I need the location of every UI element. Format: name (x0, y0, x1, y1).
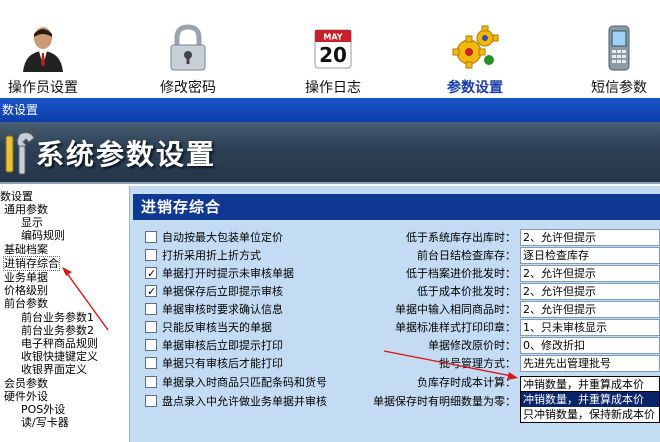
window-title-bar: 数设置 (0, 98, 660, 122)
select-daily-stock-check[interactable]: 逐日检查库存 (520, 247, 660, 264)
tree-item-cashier-ui[interactable]: 收银界面定义 (21, 363, 87, 376)
toolbar-change-password[interactable]: 修改密码 (145, 0, 231, 98)
select-below-cost[interactable]: 2、允许但提示 (520, 283, 660, 300)
field-label: 单据保存时有明细数量为零： (373, 395, 516, 408)
panel-title: 进销存综合 (133, 194, 660, 220)
tree-item-display[interactable]: 显示 (21, 216, 43, 229)
tree-item-frontend-2[interactable]: 前台业务参数2 (21, 324, 94, 337)
tree-item-frontend[interactable]: 前台参数 (4, 297, 48, 310)
checkbox-box[interactable] (145, 376, 157, 388)
settings-tree: 数设置 通用参数 显示 编码规则 基础档案 进销存综合 业务单据 价格级别 前台… (0, 186, 130, 442)
tree-item-base-archive[interactable]: 基础档案 (4, 243, 48, 256)
tree-item-price-levels[interactable]: 价格级别 (4, 284, 48, 297)
checkbox-discount-stack[interactable]: 打折采用折上折方式 (145, 247, 261, 264)
select-duplicate-product[interactable]: 2、允许但提示 (520, 301, 660, 318)
toolbar-sms-settings[interactable]: 短信参数 (578, 0, 660, 98)
field-label: 单据标准样式打印印章： (395, 321, 516, 334)
toolbar-label: 操作员设置 (8, 80, 78, 96)
calendar-month: MAY (323, 33, 342, 42)
checkbox-label: 打折采用折上折方式 (162, 249, 261, 262)
tree-item-frontend-1[interactable]: 前台业务参数1 (21, 311, 94, 324)
tree-item-hardware[interactable]: 硬件外设 (4, 390, 48, 403)
tree-item-root[interactable]: 数设置 (0, 190, 33, 203)
tree-item-inventory[interactable]: 进销存综合 (3, 256, 60, 271)
toolbar-label: 参数设置 (447, 80, 503, 96)
calendar-day: 20 (319, 43, 347, 67)
tree-item-general[interactable]: 通用参数 (4, 203, 48, 216)
toolbar-parameter-settings[interactable]: 参数设置 (432, 0, 518, 98)
dropdown-current-value[interactable]: 冲销数量，并重算成本价 (521, 377, 659, 392)
field-label: 低于系统库存出库时： (406, 231, 516, 244)
checkbox-box[interactable] (145, 339, 157, 351)
user-icon (23, 27, 63, 72)
select-below-stock-out[interactable]: 2、允许但提示 (520, 229, 660, 246)
select-batch-management[interactable]: 先进先出管理批号 (520, 355, 660, 372)
tree-item-member[interactable]: 会员参数 (4, 377, 48, 390)
checkbox-box[interactable] (145, 231, 157, 243)
negative-stock-cost-dropdown[interactable]: 冲销数量，并重算成本价 冲销数量，并重算成本价 只冲销数量，保持新成本价 (520, 376, 660, 423)
toolbar-operation-log[interactable]: MAY 20 操作日志 (290, 0, 376, 98)
toolbar-label: 操作日志 (305, 80, 361, 96)
toolbar-operator-settings[interactable]: 操作员设置 (0, 0, 86, 98)
tree-item-hotkeys[interactable]: 收银快捷键定义 (21, 350, 98, 363)
field-label: 负库存时成本计算： (417, 376, 516, 389)
lock-icon (170, 24, 206, 71)
page-banner: 系统参数设置 (0, 122, 660, 184)
toolbar-label: 短信参数 (591, 80, 647, 96)
tree-item-scale-rules[interactable]: 电子秤商品规则 (21, 337, 98, 350)
checkbox-unaudit-today[interactable]: 只能反审核当天的单据 (145, 319, 272, 336)
checkbox-box[interactable] (145, 303, 157, 315)
main-toolbar: 操作员设置 修改密码 MAY 20 操作日志 参数设置 短信参数 (0, 0, 660, 98)
checkbox-box[interactable] (145, 283, 157, 300)
gears-icon (452, 25, 499, 69)
field-label: 单据修改原价时： (428, 339, 516, 352)
tree-item-code-rules[interactable]: 编码规则 (21, 229, 65, 242)
field-label: 前台日结检查库存： (417, 249, 516, 262)
checkbox-box[interactable] (145, 321, 157, 333)
banner-title: 系统参数设置 (36, 138, 217, 171)
dropdown-option[interactable]: 只冲销数量，保持新成本价 (521, 407, 659, 422)
field-label: 低于成本价批发时： (417, 285, 516, 298)
field-label: 批号管理方式： (439, 357, 516, 370)
checkbox-box[interactable] (145, 357, 157, 369)
dropdown-option[interactable]: 冲销数量，并重算成本价 (521, 392, 659, 407)
wrench-icon (5, 132, 35, 175)
tree-item-documents[interactable]: 业务单据 (4, 271, 48, 284)
select-below-archive-price[interactable]: 2、允许但提示 (520, 265, 660, 282)
calendar-icon: MAY 20 (314, 29, 352, 69)
select-modify-price[interactable]: 0、修改折扣 (520, 337, 660, 354)
field-label: 低于档案进价批发时： (406, 267, 516, 280)
field-label: 单据中输入相同商品时： (395, 303, 516, 316)
checkbox-box[interactable] (145, 395, 157, 407)
checkbox-box[interactable] (145, 265, 157, 282)
settings-panel: 进销存综合 自动按最大包装单位定价 打折采用折上折方式 单据打开时提示未审核单据… (130, 186, 660, 442)
checkbox-box[interactable] (145, 249, 157, 261)
select-print-seal[interactable]: 1、只未审核显示 (520, 319, 660, 336)
phone-icon (608, 25, 630, 71)
tree-item-pos[interactable]: POS外设 (21, 403, 65, 416)
tree-item-card-reader[interactable]: 读/写卡器 (21, 416, 69, 429)
toolbar-label: 修改密码 (160, 80, 216, 96)
